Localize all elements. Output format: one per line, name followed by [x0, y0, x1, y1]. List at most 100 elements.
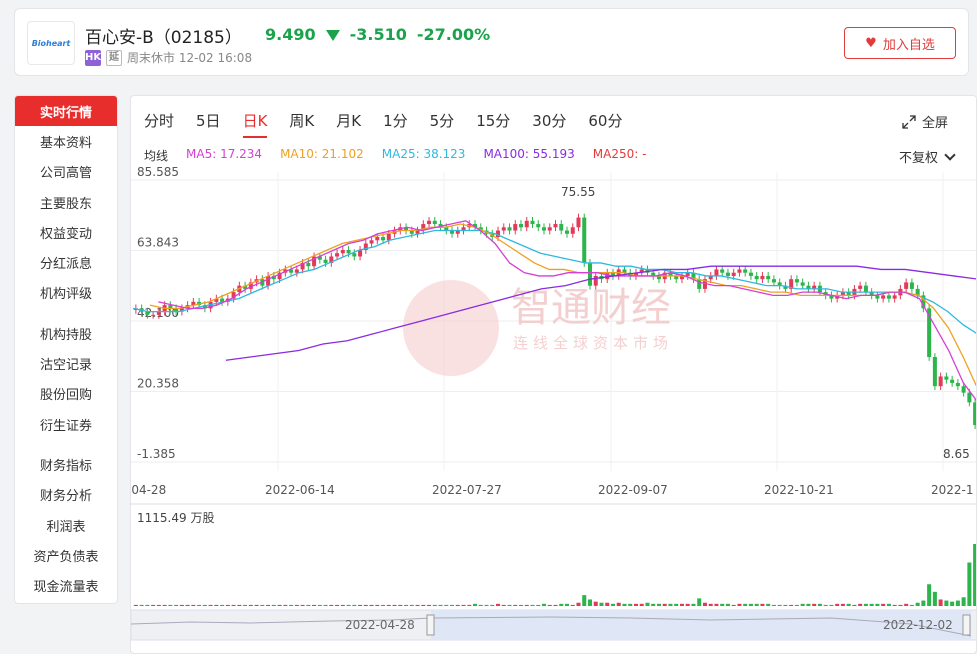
- volume-bar: [185, 604, 190, 606]
- sidebar-item[interactable]: 公司高管: [15, 157, 117, 187]
- candle-body: [955, 382, 960, 387]
- sidebar-item[interactable]: 衍生证券: [15, 409, 117, 439]
- volume-bar: [587, 599, 593, 606]
- add-watchlist-button[interactable]: ♥ 加入自选: [844, 27, 956, 59]
- volume-bar: [817, 603, 822, 606]
- volume-bar: [714, 603, 719, 606]
- volume-bar: [961, 597, 966, 606]
- candle-body: [904, 282, 909, 289]
- volume-bar: [599, 602, 604, 606]
- volume-bar: [610, 603, 615, 606]
- sidebar-item[interactable]: 沽空记录: [15, 348, 117, 378]
- volume-bar: [846, 603, 851, 606]
- candle-body: [760, 275, 765, 280]
- volume-bar: [467, 604, 472, 606]
- volume-bar: [633, 603, 638, 606]
- candle-body: [593, 275, 598, 286]
- sidebar-item[interactable]: 利润表: [15, 510, 117, 540]
- volume-bar: [656, 603, 661, 606]
- stock-name: 百心安-B（02185）: [85, 28, 242, 48]
- sidebar-item[interactable]: 财务指标: [15, 449, 117, 479]
- watermark-subtitle: 连线全球资本市场: [513, 334, 673, 352]
- sidebar-nav: 实时行情 基本资料 公司高管 主要股东 权益变动 分红派息 机构评级机构持股 沽空记录 股份回购…: [14, 95, 118, 604]
- candle-body: [352, 253, 357, 257]
- sidebar-item[interactable]: 资产负债表: [15, 540, 117, 570]
- candle-body: [576, 217, 581, 228]
- volume-bar: [168, 604, 173, 606]
- volume-bar: [248, 604, 253, 606]
- volume-bar: [346, 604, 351, 606]
- volume-bar: [731, 604, 736, 606]
- candle-body: [731, 272, 736, 276]
- candle-body: [858, 285, 863, 289]
- volume-bar: [478, 604, 483, 606]
- candle-body: [932, 356, 937, 387]
- volume-bar: [754, 603, 759, 606]
- sidebar-item[interactable]: 实时行情: [15, 96, 117, 127]
- down-arrow-icon: [325, 30, 340, 41]
- volume-bar: [518, 604, 524, 606]
- volume-bar: [932, 591, 937, 606]
- volume-bar: [691, 603, 696, 606]
- volume-bar: [507, 604, 512, 606]
- sidebar-item[interactable]: 股份回购: [15, 379, 117, 409]
- volume-bar: [283, 604, 288, 606]
- x-axis-label: -04-28: [131, 483, 166, 497]
- stock-tags: HK 延 周末休市 12-02 16:08: [85, 49, 252, 66]
- volume-bar: [927, 584, 932, 606]
- volume-bar: [921, 600, 926, 606]
- candle-body: [950, 379, 955, 383]
- kline-chart[interactable]: 智通财经连线全球资本市场85.58563.84342.10020.358-1.3…: [131, 96, 977, 654]
- candle-body: [518, 224, 524, 228]
- candle-body: [294, 269, 299, 273]
- volume-bar: [559, 603, 564, 606]
- volume-bar: [496, 603, 501, 606]
- sidebar-item[interactable]: 基本资料: [15, 126, 117, 156]
- candle-body: [697, 279, 702, 289]
- volume-bar: [708, 603, 713, 606]
- candle-body: [335, 253, 340, 257]
- sidebar-separator: [15, 308, 117, 318]
- volume-bar: [162, 604, 167, 606]
- candle-body: [541, 227, 547, 231]
- company-logo: Bioheart: [27, 21, 75, 65]
- volume-bar: [777, 604, 782, 606]
- volume-bar: [955, 600, 960, 606]
- sidebar-item[interactable]: 分红派息: [15, 247, 117, 277]
- volume-bar: [191, 604, 196, 606]
- volume-label: 1115.49 万股: [137, 511, 214, 525]
- volume-bar: [306, 604, 311, 606]
- volume-bar: [950, 601, 955, 606]
- volume-bar: [685, 603, 690, 606]
- volume-bar: [835, 603, 840, 606]
- candle-body: [737, 269, 742, 273]
- volume-bar: [421, 604, 426, 606]
- volume-bar: [725, 603, 730, 606]
- candle-body: [587, 262, 593, 286]
- candle-body: [714, 269, 719, 276]
- volume-bar: [829, 604, 834, 606]
- volume-bar: [312, 604, 317, 606]
- volume-bar: [289, 604, 294, 606]
- sidebar-item[interactable]: 权益变动: [15, 217, 117, 247]
- candle-body: [375, 237, 380, 241]
- watermark-logo: [403, 280, 499, 376]
- price-change-pct: -27.00%: [416, 25, 491, 44]
- candle-body: [961, 386, 966, 393]
- volume-bar: [266, 604, 271, 606]
- chart-panel: 分时 5日 日K 周K 月K 1分 5分 15分 30分 60分 全屏 均线 MA5: 17.23…: [130, 95, 977, 654]
- candle-body: [381, 237, 386, 241]
- sidebar-item[interactable]: 财务分析: [15, 480, 117, 510]
- sidebar-item[interactable]: 机构持股: [15, 318, 117, 348]
- sidebar-item[interactable]: 主要股东: [15, 187, 117, 217]
- volume-bar: [662, 603, 667, 606]
- volume-bar: [628, 603, 633, 606]
- volume-bar: [243, 604, 248, 606]
- candle-body: [771, 279, 776, 283]
- sidebar-item[interactable]: 机构评级: [15, 278, 117, 308]
- candle-body: [973, 402, 976, 426]
- sidebar-item[interactable]: 现金流量表: [15, 570, 117, 600]
- candle-body: [524, 220, 529, 228]
- candle-body: [432, 220, 437, 225]
- volume-bar: [139, 604, 144, 606]
